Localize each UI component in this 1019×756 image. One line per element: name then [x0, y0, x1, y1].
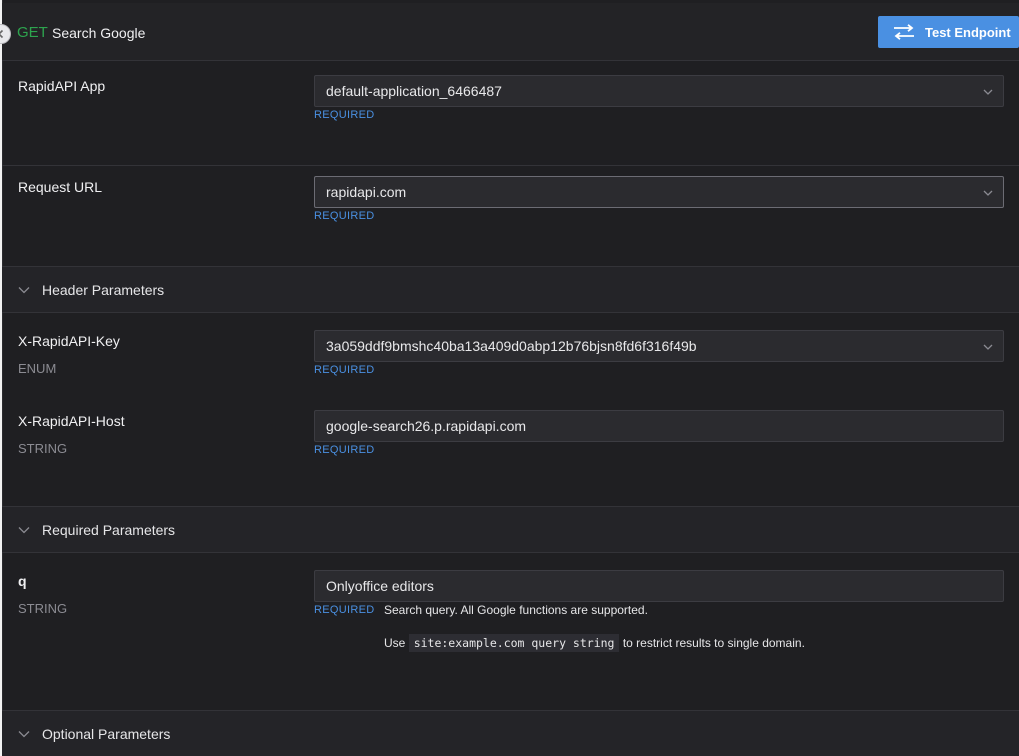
- param-type: ENUM: [18, 361, 57, 376]
- required-badge: REQUIRED: [314, 364, 375, 376]
- query-input[interactable]: Onlyoffice editors: [314, 570, 1004, 602]
- header-parameters-title: Header Parameters: [42, 282, 165, 298]
- request-url-value: rapidapi.com: [326, 184, 407, 200]
- param-name: X-RapidAPI-Host: [18, 413, 125, 429]
- endpoint-header: GET Search Google Test Endpoint: [2, 3, 1019, 61]
- hint-code: site:example.com query string: [408, 634, 620, 652]
- param-type: STRING: [18, 441, 68, 456]
- header-params-body: X-RapidAPI-Key ENUM 3a059ddf9bmshc40ba13…: [2, 313, 1019, 507]
- rapidapi-key-select[interactable]: 3a059ddf9bmshc40ba13a409d0abp12b76bjsn8f…: [314, 330, 1004, 362]
- required-badge: REQUIRED: [314, 210, 375, 222]
- param-description: Search query. All Google functions are s…: [384, 603, 648, 617]
- http-method-badge: GET: [17, 24, 48, 41]
- endpoint-title: Search Google: [52, 25, 146, 41]
- chevron-down-icon: [983, 344, 993, 350]
- required-badge: REQUIRED: [314, 444, 375, 456]
- rapidapi-host-value: google-search26.p.rapidapi.com: [326, 418, 527, 434]
- swap-arrows-icon: [894, 24, 914, 40]
- test-endpoint-button[interactable]: Test Endpoint: [878, 16, 1019, 48]
- chevron-down-icon: [983, 89, 993, 95]
- rapidapi-app-select[interactable]: default-application_6466487: [314, 75, 1004, 107]
- required-params-body: q STRING Onlyoffice editors REQUIRED Sea…: [2, 553, 1019, 710]
- hint-suffix: to restrict results to single domain.: [622, 636, 805, 650]
- request-url-select[interactable]: rapidapi.com: [314, 176, 1004, 208]
- chevron-down-icon: [18, 731, 30, 738]
- required-badge: REQUIRED: [314, 109, 375, 121]
- required-parameters-section-toggle[interactable]: Required Parameters: [2, 506, 1019, 553]
- optional-parameters-section-toggle[interactable]: Optional Parameters: [2, 710, 1019, 756]
- optional-parameters-title: Optional Parameters: [42, 726, 171, 742]
- rapidapi-key-value: 3a059ddf9bmshc40ba13a409d0abp12b76bjsn8f…: [326, 338, 697, 354]
- rapidapi-app-row: RapidAPI App default-application_6466487…: [2, 62, 1019, 166]
- param-name: q: [18, 573, 27, 589]
- chevron-down-icon: [983, 190, 993, 196]
- rapidapi-app-value: default-application_6466487: [326, 83, 502, 99]
- request-url-label: Request URL: [18, 179, 103, 195]
- query-value: Onlyoffice editors: [326, 578, 434, 594]
- rapidapi-app-label: RapidAPI App: [18, 78, 106, 94]
- header-parameters-section-toggle[interactable]: Header Parameters: [2, 266, 1019, 313]
- hint-prefix: Use: [384, 636, 406, 650]
- rapidapi-host-input[interactable]: google-search26.p.rapidapi.com: [314, 410, 1004, 442]
- param-hint: Use site:example.com query string to res…: [384, 634, 805, 652]
- param-type: STRING: [18, 601, 68, 616]
- param-name: X-RapidAPI-Key: [18, 333, 120, 349]
- test-endpoint-label: Test Endpoint: [925, 24, 1011, 40]
- chevron-down-icon: [18, 527, 30, 534]
- required-parameters-title: Required Parameters: [42, 522, 176, 538]
- chevron-down-icon: [18, 287, 30, 294]
- required-badge: REQUIRED: [314, 604, 375, 616]
- request-url-row: Request URL rapidapi.com REQUIRED: [2, 166, 1019, 267]
